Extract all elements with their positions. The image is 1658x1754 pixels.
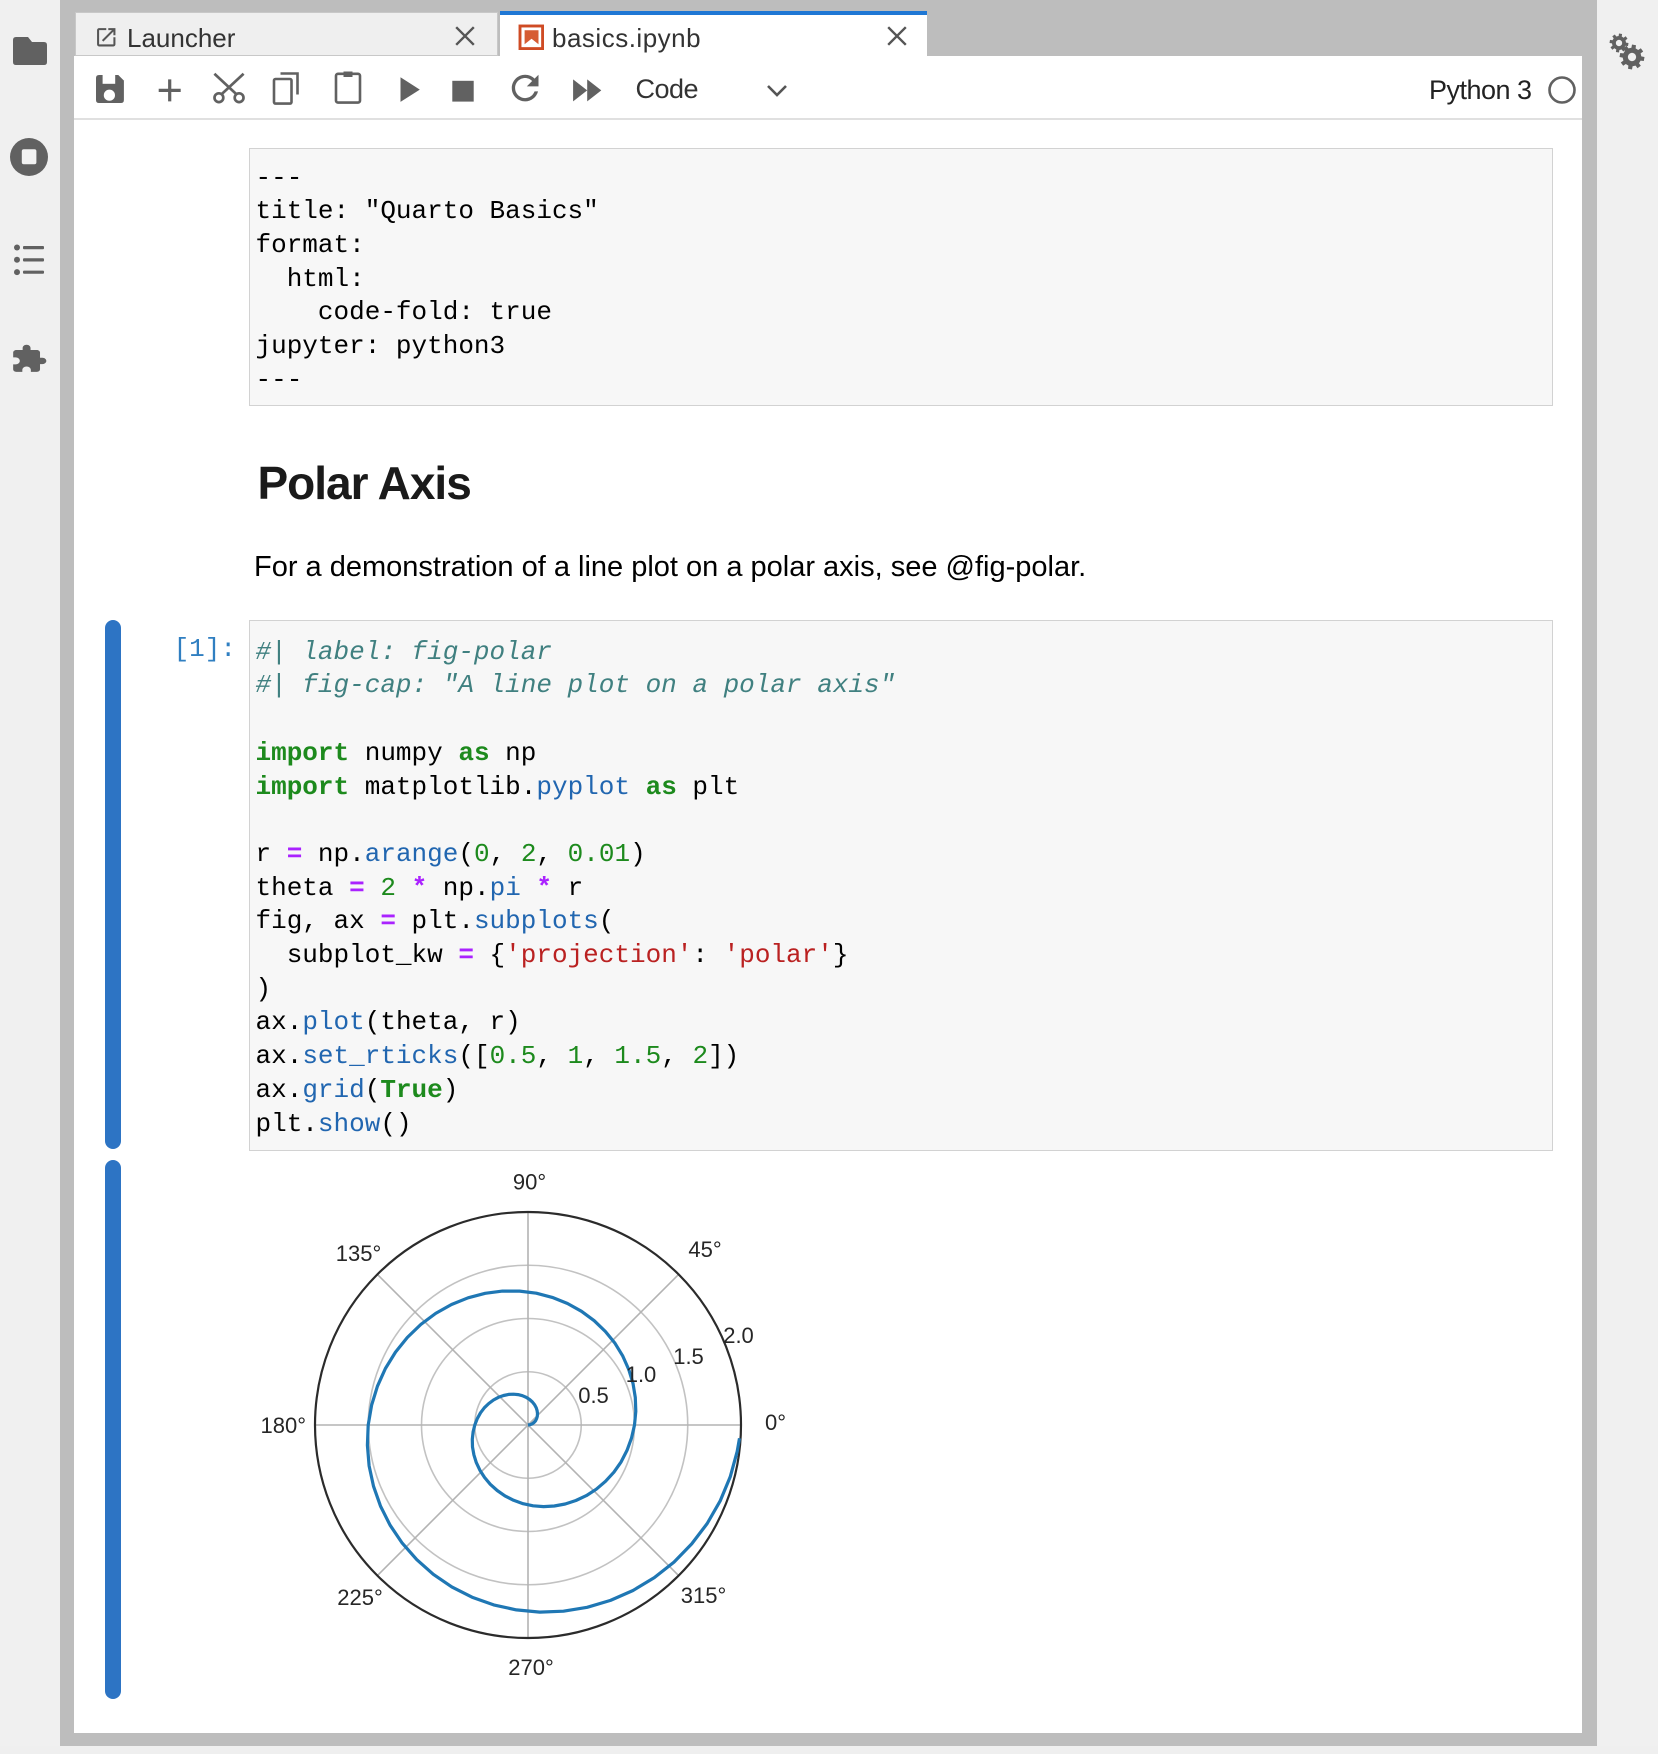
svg-text:135°: 135° xyxy=(336,1241,382,1266)
svg-text:2.0: 2.0 xyxy=(723,1323,754,1348)
svg-text:1.5: 1.5 xyxy=(673,1344,704,1369)
svg-text:225°: 225° xyxy=(337,1585,383,1610)
svg-text:45°: 45° xyxy=(688,1237,721,1262)
svg-text:315°: 315° xyxy=(681,1583,727,1608)
svg-text:0°: 0° xyxy=(765,1410,786,1435)
svg-text:180°: 180° xyxy=(260,1413,306,1438)
svg-text:0.5: 0.5 xyxy=(578,1383,609,1408)
svg-text:270°: 270° xyxy=(508,1655,554,1680)
svg-text:90°: 90° xyxy=(513,1170,546,1195)
svg-text:1.0: 1.0 xyxy=(626,1362,657,1387)
